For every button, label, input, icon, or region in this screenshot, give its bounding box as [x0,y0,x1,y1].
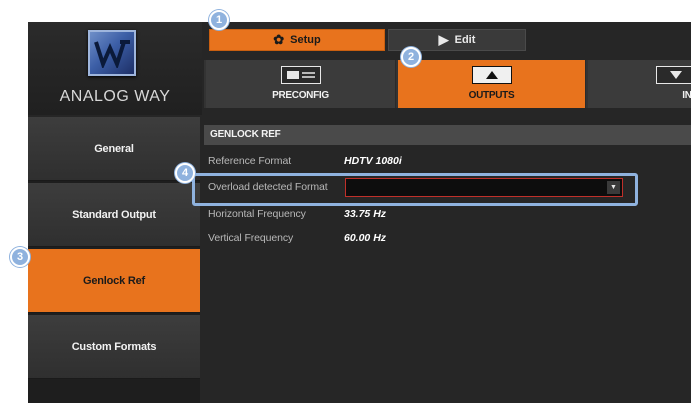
tab-inputs[interactable]: INPU [588,60,691,108]
sidebar: General Standard Output Genlock Ref Cust… [28,117,200,403]
callout-1: 1 [209,10,229,30]
tab-outputs[interactable]: OUTPUTS [398,60,586,108]
inputs-icon [656,66,691,84]
analog-way-logo-icon [88,30,136,76]
main-tabs: PRECONFIG OUTPUTS INPU [204,60,691,108]
tab-inputs-label: INPU [682,90,691,101]
app-window: ANALOG WAY ✿ Setup ▶ Edit PRECONFIG OUTP… [28,22,691,403]
horizontal-frequency-row: Horizontal Frequency 33.75 Hz [208,206,386,222]
tab-preconfig-label: PRECONFIG [272,90,329,101]
preconfig-icon [280,66,321,84]
callout-4: 4 [175,163,195,183]
tab-preconfig[interactable]: PRECONFIG [206,60,396,108]
reference-format-value: HDTV 1080i [344,155,402,167]
logo-text: ANALOG WAY [59,88,171,105]
tab-outputs-label: OUTPUTS [468,90,515,101]
vertical-frequency-row: Vertical Frequency 60.00 Hz [208,230,386,246]
section-header: GENLOCK REF [204,125,691,145]
sidebar-item-label: Standard Output [72,208,156,221]
reference-format-row: Reference Format HDTV 1080i [208,153,402,169]
sidebar-item-custom-formats[interactable]: Custom Formats [28,315,200,379]
callout-2: 2 [401,47,421,67]
setup-label: Setup [290,34,321,46]
logo-area: ANALOG WAY [28,22,202,115]
setup-button[interactable]: ✿ Setup [209,29,385,51]
vertical-frequency-value: 60.00 Hz [344,232,387,244]
sidebar-item-label: Genlock Ref [83,274,145,287]
sidebar-item-label: Custom Formats [71,340,157,353]
horizontal-frequency-label: Horizontal Frequency [208,208,306,220]
callout-3: 3 [10,247,30,267]
sidebar-item-genlock-ref[interactable]: Genlock Ref [28,249,200,313]
sidebar-item-standard-output[interactable]: Standard Output [28,183,200,247]
outputs-icon [471,66,512,84]
gear-icon: ✿ [273,32,285,47]
edit-label: Edit [454,34,476,46]
highlight-box [192,173,638,206]
sidebar-item-label: General [94,142,134,155]
genlock-panel: GENLOCK REF Reference Format HDTV 1080i … [202,117,691,403]
horizontal-frequency-value: 33.75 Hz [344,208,387,220]
reference-format-label: Reference Format [208,155,292,167]
play-icon: ▶ [438,32,449,47]
vertical-frequency-label: Vertical Frequency [208,232,294,244]
